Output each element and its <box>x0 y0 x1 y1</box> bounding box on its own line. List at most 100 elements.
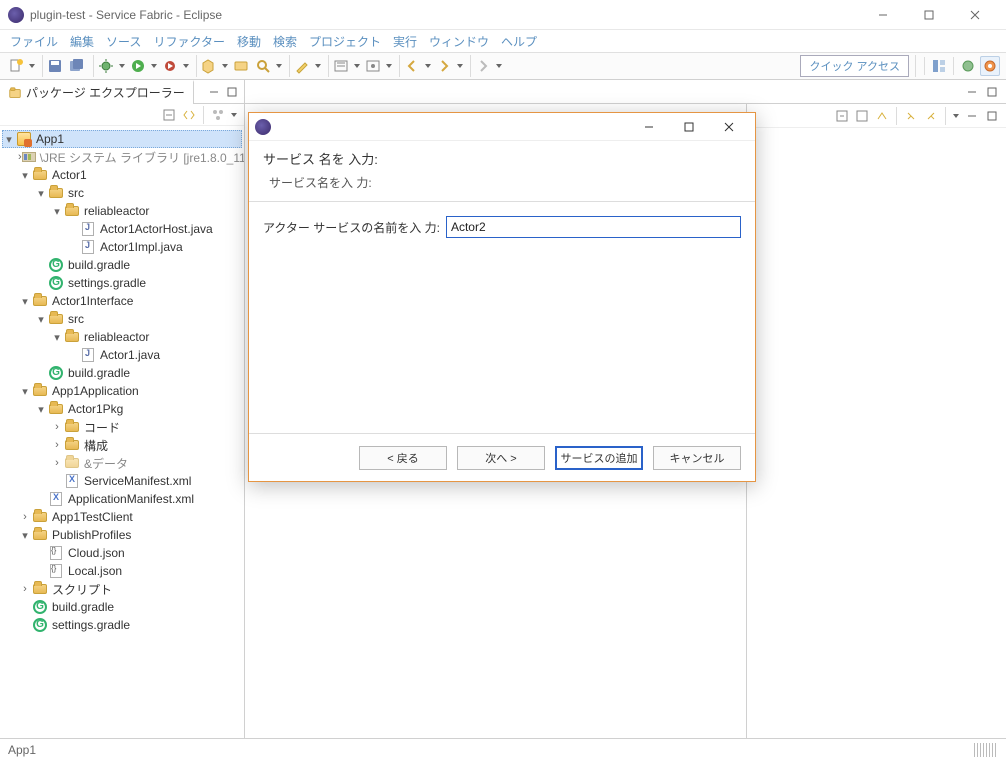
tree-folder[interactable]: ▾ App1Application <box>2 382 242 400</box>
outline-tool-5[interactable] <box>923 108 939 124</box>
project-tree[interactable]: ▾ App1 › \JRE システム ライブラリ [jre1.8.0_111] … <box>0 126 244 738</box>
menu-file[interactable]: ファイル <box>6 31 62 52</box>
window-minimize-button[interactable] <box>860 0 906 30</box>
view-minimize-button[interactable] <box>206 84 222 100</box>
dialog-maximize-button[interactable] <box>669 113 709 141</box>
tree-file[interactable]: G build.gradle <box>2 364 242 382</box>
menu-project[interactable]: プロジェクト <box>305 31 385 52</box>
perspective-servicefabric-button[interactable] <box>980 56 1000 76</box>
new-button[interactable] <box>6 56 26 76</box>
run-button[interactable] <box>128 56 148 76</box>
tree-file[interactable]: Actor1Impl.java <box>2 238 242 256</box>
tree-folder[interactable]: › App1TestClient <box>2 508 242 526</box>
dialog-finish-button[interactable]: サービスの追加 <box>555 446 643 470</box>
tree-package[interactable]: ▾ reliableactor <box>2 328 242 346</box>
editor-minimize-button[interactable] <box>964 84 980 100</box>
tree-folder[interactable]: ▾ Actor1Interface <box>2 292 242 310</box>
ext-tools-button[interactable] <box>160 56 180 76</box>
tree-file[interactable]: Actor1ActorHost.java <box>2 220 242 238</box>
outline-minimize-button[interactable] <box>964 108 980 124</box>
dialog-close-button[interactable] <box>709 113 749 141</box>
menu-source[interactable]: ソース <box>102 31 145 52</box>
open-type-button[interactable] <box>231 56 251 76</box>
menu-help[interactable]: ヘルプ <box>497 31 541 52</box>
tree-folder[interactable]: › &データ <box>2 454 242 472</box>
outline-maximize-button[interactable] <box>984 108 1000 124</box>
nav-last-edit-button[interactable] <box>331 56 351 76</box>
dialog-next-button[interactable]: 次へ > <box>457 446 545 470</box>
tree-file[interactable]: G build.gradle <box>2 598 242 616</box>
menu-edit[interactable]: 編集 <box>66 31 98 52</box>
toggle-mark-button[interactable] <box>292 56 312 76</box>
dialog-cancel-button[interactable]: キャンセル <box>653 446 741 470</box>
pin-editor-dropdown[interactable] <box>495 64 503 68</box>
open-perspective-button[interactable] <box>929 56 949 76</box>
tree-folder[interactable]: › 構成 <box>2 436 242 454</box>
pin-editor-button[interactable] <box>473 56 493 76</box>
tree-file[interactable]: ApplicationManifest.xml <box>2 490 242 508</box>
tree-folder[interactable]: ▾ Actor1 <box>2 166 242 184</box>
tree-jre[interactable]: › \JRE システム ライブラリ [jre1.8.0_111] <box>2 148 242 166</box>
window-close-button[interactable] <box>952 0 998 30</box>
tree-file[interactable]: G build.gradle <box>2 256 242 274</box>
link-editor-button[interactable] <box>181 107 197 123</box>
menu-window[interactable]: ウィンドウ <box>425 31 493 52</box>
save-button[interactable] <box>45 56 65 76</box>
service-name-label: アクター サービスの名前を入 力: <box>263 219 440 236</box>
tree-file[interactable]: Actor1.java <box>2 346 242 364</box>
open-task-button[interactable] <box>199 56 219 76</box>
dialog-minimize-button[interactable] <box>629 113 669 141</box>
menu-run[interactable]: 実行 <box>389 31 421 52</box>
toggle-mark-dropdown[interactable] <box>314 64 322 68</box>
menu-search[interactable]: 検索 <box>269 31 301 52</box>
fwd-history-button[interactable] <box>434 56 454 76</box>
outline-tool-1[interactable] <box>834 108 850 124</box>
nav-annotation-dropdown[interactable] <box>385 64 393 68</box>
quick-access-box[interactable]: クイック アクセス <box>800 55 909 77</box>
menu-navigate[interactable]: 移動 <box>233 31 265 52</box>
collapse-all-button[interactable] <box>161 107 177 123</box>
open-task-dropdown[interactable] <box>221 64 229 68</box>
tree-folder[interactable]: ▾ src <box>2 184 242 202</box>
perspective-java-button[interactable] <box>958 56 978 76</box>
tree-file[interactable]: Local.json <box>2 562 242 580</box>
view-maximize-button[interactable] <box>224 84 240 100</box>
dialog-back-button[interactable]: < 戻る <box>359 446 447 470</box>
ext-tools-dropdown[interactable] <box>182 64 190 68</box>
filters-button[interactable] <box>210 107 226 123</box>
tree-file[interactable]: G settings.gradle <box>2 274 242 292</box>
tree-file[interactable]: Cloud.json <box>2 544 242 562</box>
outline-tool-2[interactable] <box>854 108 870 124</box>
window-controls <box>860 0 998 30</box>
tree-folder[interactable]: › スクリプト <box>2 580 242 598</box>
new-dropdown[interactable] <box>28 64 36 68</box>
view-menu-button[interactable] <box>230 113 238 117</box>
search-tool-button[interactable] <box>253 56 273 76</box>
debug-dropdown[interactable] <box>118 64 126 68</box>
search-tool-dropdown[interactable] <box>275 64 283 68</box>
outline-view-menu[interactable] <box>952 114 960 118</box>
service-name-input[interactable] <box>446 216 741 238</box>
debug-button[interactable] <box>96 56 116 76</box>
fwd-history-dropdown[interactable] <box>456 64 464 68</box>
tree-project[interactable]: ▾ App1 <box>2 130 242 148</box>
outline-tool-3[interactable] <box>874 108 890 124</box>
menu-refactor[interactable]: リファクター <box>149 31 229 52</box>
save-all-button[interactable] <box>67 56 87 76</box>
run-dropdown[interactable] <box>150 64 158 68</box>
nav-annotation-button[interactable] <box>363 56 383 76</box>
editor-maximize-button[interactable] <box>984 84 1000 100</box>
nav-last-edit-dropdown[interactable] <box>353 64 361 68</box>
tree-folder[interactable]: › コード <box>2 418 242 436</box>
package-explorer-tab[interactable]: パッケージ エクスプローラー <box>0 80 194 104</box>
back-history-dropdown[interactable] <box>424 64 432 68</box>
tree-file[interactable]: G settings.gradle <box>2 616 242 634</box>
outline-tool-4[interactable] <box>903 108 919 124</box>
back-history-button[interactable] <box>402 56 422 76</box>
tree-file[interactable]: ServiceManifest.xml <box>2 472 242 490</box>
tree-folder[interactable]: ▾ PublishProfiles <box>2 526 242 544</box>
window-maximize-button[interactable] <box>906 0 952 30</box>
tree-folder[interactable]: ▾ src <box>2 310 242 328</box>
tree-folder[interactable]: ▾ Actor1Pkg <box>2 400 242 418</box>
tree-package[interactable]: ▾ reliableactor <box>2 202 242 220</box>
